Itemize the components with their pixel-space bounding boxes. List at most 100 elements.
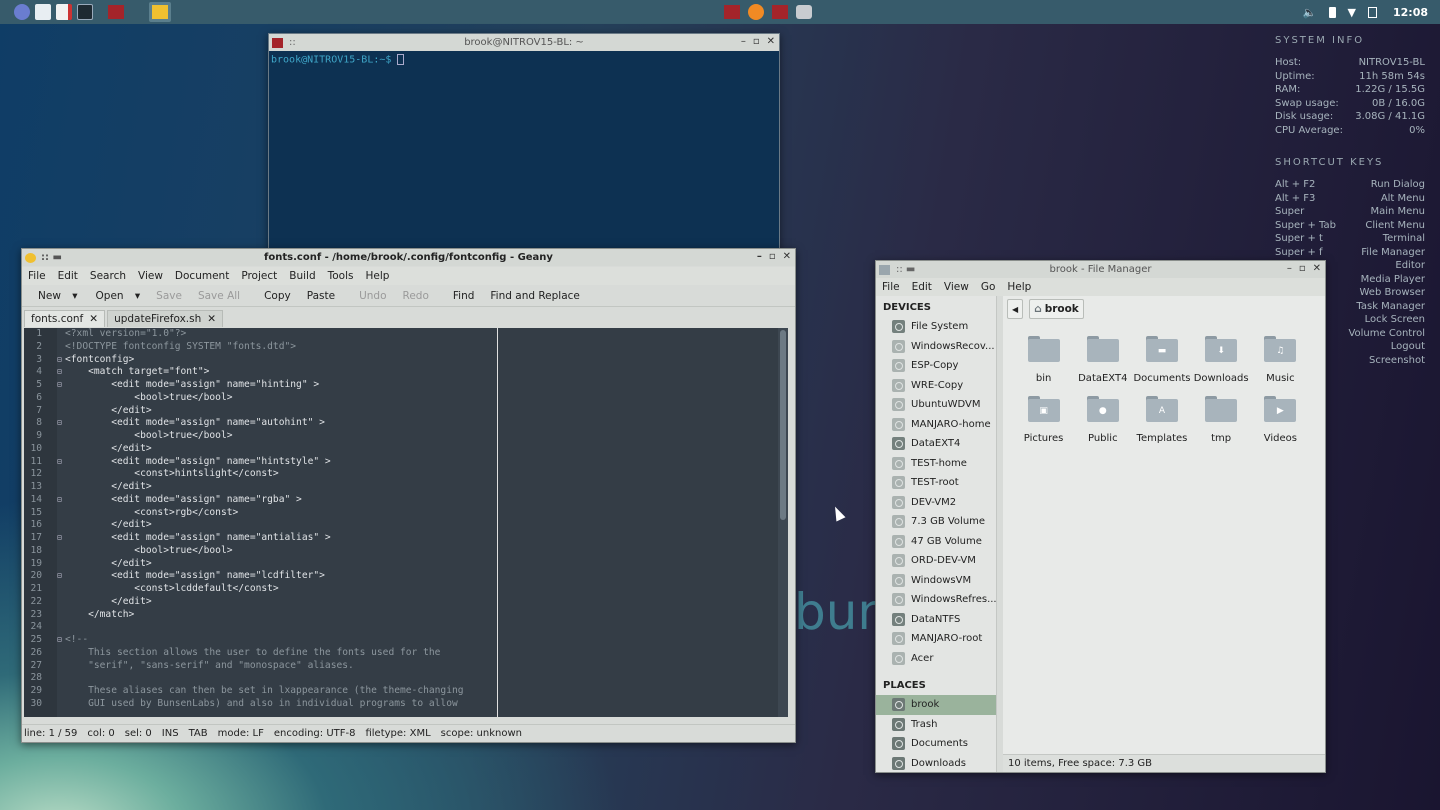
minimize-icon[interactable]: – [757,251,762,262]
code-line[interactable] [65,621,788,634]
minimize-icon[interactable]: – [1287,263,1292,274]
new-button[interactable]: New ▾ [22,290,80,302]
menu-item[interactable]: View [132,270,169,282]
code-line[interactable]: </edit> [65,481,788,494]
menu-item[interactable]: Go [975,281,1002,293]
firefox-icon[interactable] [745,2,767,22]
code-line[interactable]: This section allows the user to define t… [65,647,788,660]
geany-window[interactable]: :: ▬ fonts.conf - /home/brook/.config/fo… [21,248,796,743]
sidebar-item-device[interactable]: ORD-DEV-VM [876,551,996,571]
code-line[interactable]: <bool>true</bool> [65,430,788,443]
volume-icon[interactable]: 🔈 [1303,6,1317,19]
menu-item[interactable]: Project [235,270,283,282]
path-button-brook[interactable]: ⌂ brook [1029,299,1084,319]
sidebar-item-device[interactable]: File System [876,317,996,337]
fold-marker[interactable] [57,481,65,494]
code-line[interactable]: <edit mode="assign" name="hintstyle" > [65,456,788,469]
text-editor-icon[interactable] [56,4,72,20]
sidebar-item-device[interactable]: DataEXT4 [876,434,996,454]
fold-marker[interactable] [57,468,65,481]
sidebar-item-device[interactable]: UbuntuWDVM [876,395,996,415]
menu-item[interactable]: Edit [52,270,84,282]
battery-icon[interactable] [1328,6,1336,18]
code-line[interactable]: <edit mode="assign" name="lcdfilter"> [65,570,788,583]
fold-marker[interactable]: ⊟ [57,532,65,545]
code-line[interactable]: <const>rgb</const> [65,507,788,520]
fold-marker[interactable]: ⊟ [57,494,65,507]
menu-item[interactable]: Tools [322,270,360,282]
menu-item[interactable]: Search [84,270,132,282]
sidebar-item-place[interactable]: Downloads [876,754,996,773]
fold-margin[interactable]: ⊟ ⊟ ⊟ ⊟ ⊟ ⊟ ⊟ ⊟ ⊟ [57,328,65,717]
fold-marker[interactable]: ⊟ [57,456,65,469]
fold-marker[interactable] [57,583,65,596]
menu-item[interactable]: File [22,270,52,282]
code-line[interactable]: "serif", "sans-serif" and "monospace" al… [65,660,788,673]
sidebar-item-device[interactable]: WindowsRecov... [876,337,996,357]
folder-icon[interactable] [35,4,51,20]
code-line[interactable]: <const>hintslight</const> [65,468,788,481]
fold-marker[interactable] [57,558,65,571]
sidebar-item-place[interactable]: Trash [876,715,996,735]
taskbar-app2-icon[interactable] [769,2,791,22]
code-line[interactable]: <edit mode="assign" name="autohint" > [65,417,788,430]
file-item[interactable]: tmp [1192,396,1251,444]
fold-marker[interactable] [57,341,65,354]
code-line[interactable]: <const>lcddefault</const> [65,583,788,596]
code-line[interactable]: </edit> [65,558,788,571]
file-item[interactable]: bin [1014,336,1073,384]
sidebar-item-place[interactable]: brook [876,695,996,715]
clipboard-icon[interactable] [1367,6,1377,18]
sidebar-item-device[interactable]: MANJARO-home [876,415,996,435]
fold-marker[interactable] [57,609,65,622]
code-line[interactable]: <?xml version="1.0"?> [65,328,788,341]
sidebar-item-device[interactable]: 47 GB Volume [876,532,996,552]
code-line[interactable]: <edit mode="assign" name="antialias" > [65,532,788,545]
network-manager-icon[interactable] [793,2,815,22]
code-line[interactable]: GUI used by BunsenLabs) and also in indi… [65,698,788,711]
code-area[interactable]: <?xml version="1.0"?> <!DOCTYPE fontconfi… [65,328,788,711]
grip-icon[interactable]: :: [289,37,296,48]
code-line[interactable]: </edit> [65,443,788,456]
fold-marker[interactable] [57,685,65,698]
fold-marker[interactable]: ⊟ [57,634,65,647]
editor-scrollbar[interactable] [778,328,788,717]
fold-marker[interactable] [57,621,65,634]
fold-marker[interactable]: ⊟ [57,354,65,367]
scrollbar-thumb[interactable] [780,330,786,520]
menu-item[interactable]: Document [169,270,235,282]
close-icon[interactable]: ✕ [767,36,775,47]
tab-fonts-conf[interactable]: fonts.conf ✕ [24,310,106,327]
fold-marker[interactable] [57,596,65,609]
close-icon[interactable]: ✕ [1313,263,1321,274]
terminal-window[interactable]: :: brook@NITROV15-BL: ~ – ▫ ✕ brook@NITROV… [268,33,780,251]
wifi-icon[interactable]: ▼ [1348,6,1356,19]
launcher-icon[interactable] [14,4,30,20]
find-replace-button[interactable]: Find and Replace [482,290,587,302]
code-line[interactable] [65,672,788,685]
fold-marker[interactable]: ⊟ [57,570,65,583]
code-line[interactable]: <edit mode="assign" name="hinting" > [65,379,788,392]
taskbar-file-manager-icon[interactable] [149,2,171,22]
sidebar-item-device[interactable]: Acer [876,649,996,669]
sidebar-item-device[interactable]: DataNTFS [876,610,996,630]
file-manager-window[interactable]: :: ▬ brook - File Manager – ▫ ✕ File Edit Vi… [875,260,1326,773]
fold-marker[interactable] [57,660,65,673]
code-line[interactable]: <match target="font"> [65,366,788,379]
menu-item[interactable]: Help [360,270,396,282]
code-line[interactable]: These aliases can then be set in lxappea… [65,685,788,698]
back-button[interactable]: ◀ [1007,299,1024,319]
terminal-titlebar[interactable]: :: brook@NITROV15-BL: ~ – ▫ ✕ [269,34,779,51]
file-item[interactable]: ▣ Pictures [1014,396,1073,444]
undo-button[interactable]: Undo [351,290,394,302]
fold-marker[interactable]: ⊟ [57,366,65,379]
copy-button[interactable]: Copy [256,290,299,302]
open-button[interactable]: Open ▾ [80,290,143,302]
fold-marker[interactable] [57,430,65,443]
fold-marker[interactable] [57,392,65,405]
sidebar-item-device[interactable]: WRE-Copy [876,376,996,396]
fold-marker[interactable] [57,405,65,418]
sidebar-item-device[interactable]: ESP-Copy [876,356,996,376]
grip-icon[interactable]: :: ▬ [41,252,62,263]
fm-titlebar[interactable]: :: ▬ brook - File Manager – ▫ ✕ [876,261,1325,278]
